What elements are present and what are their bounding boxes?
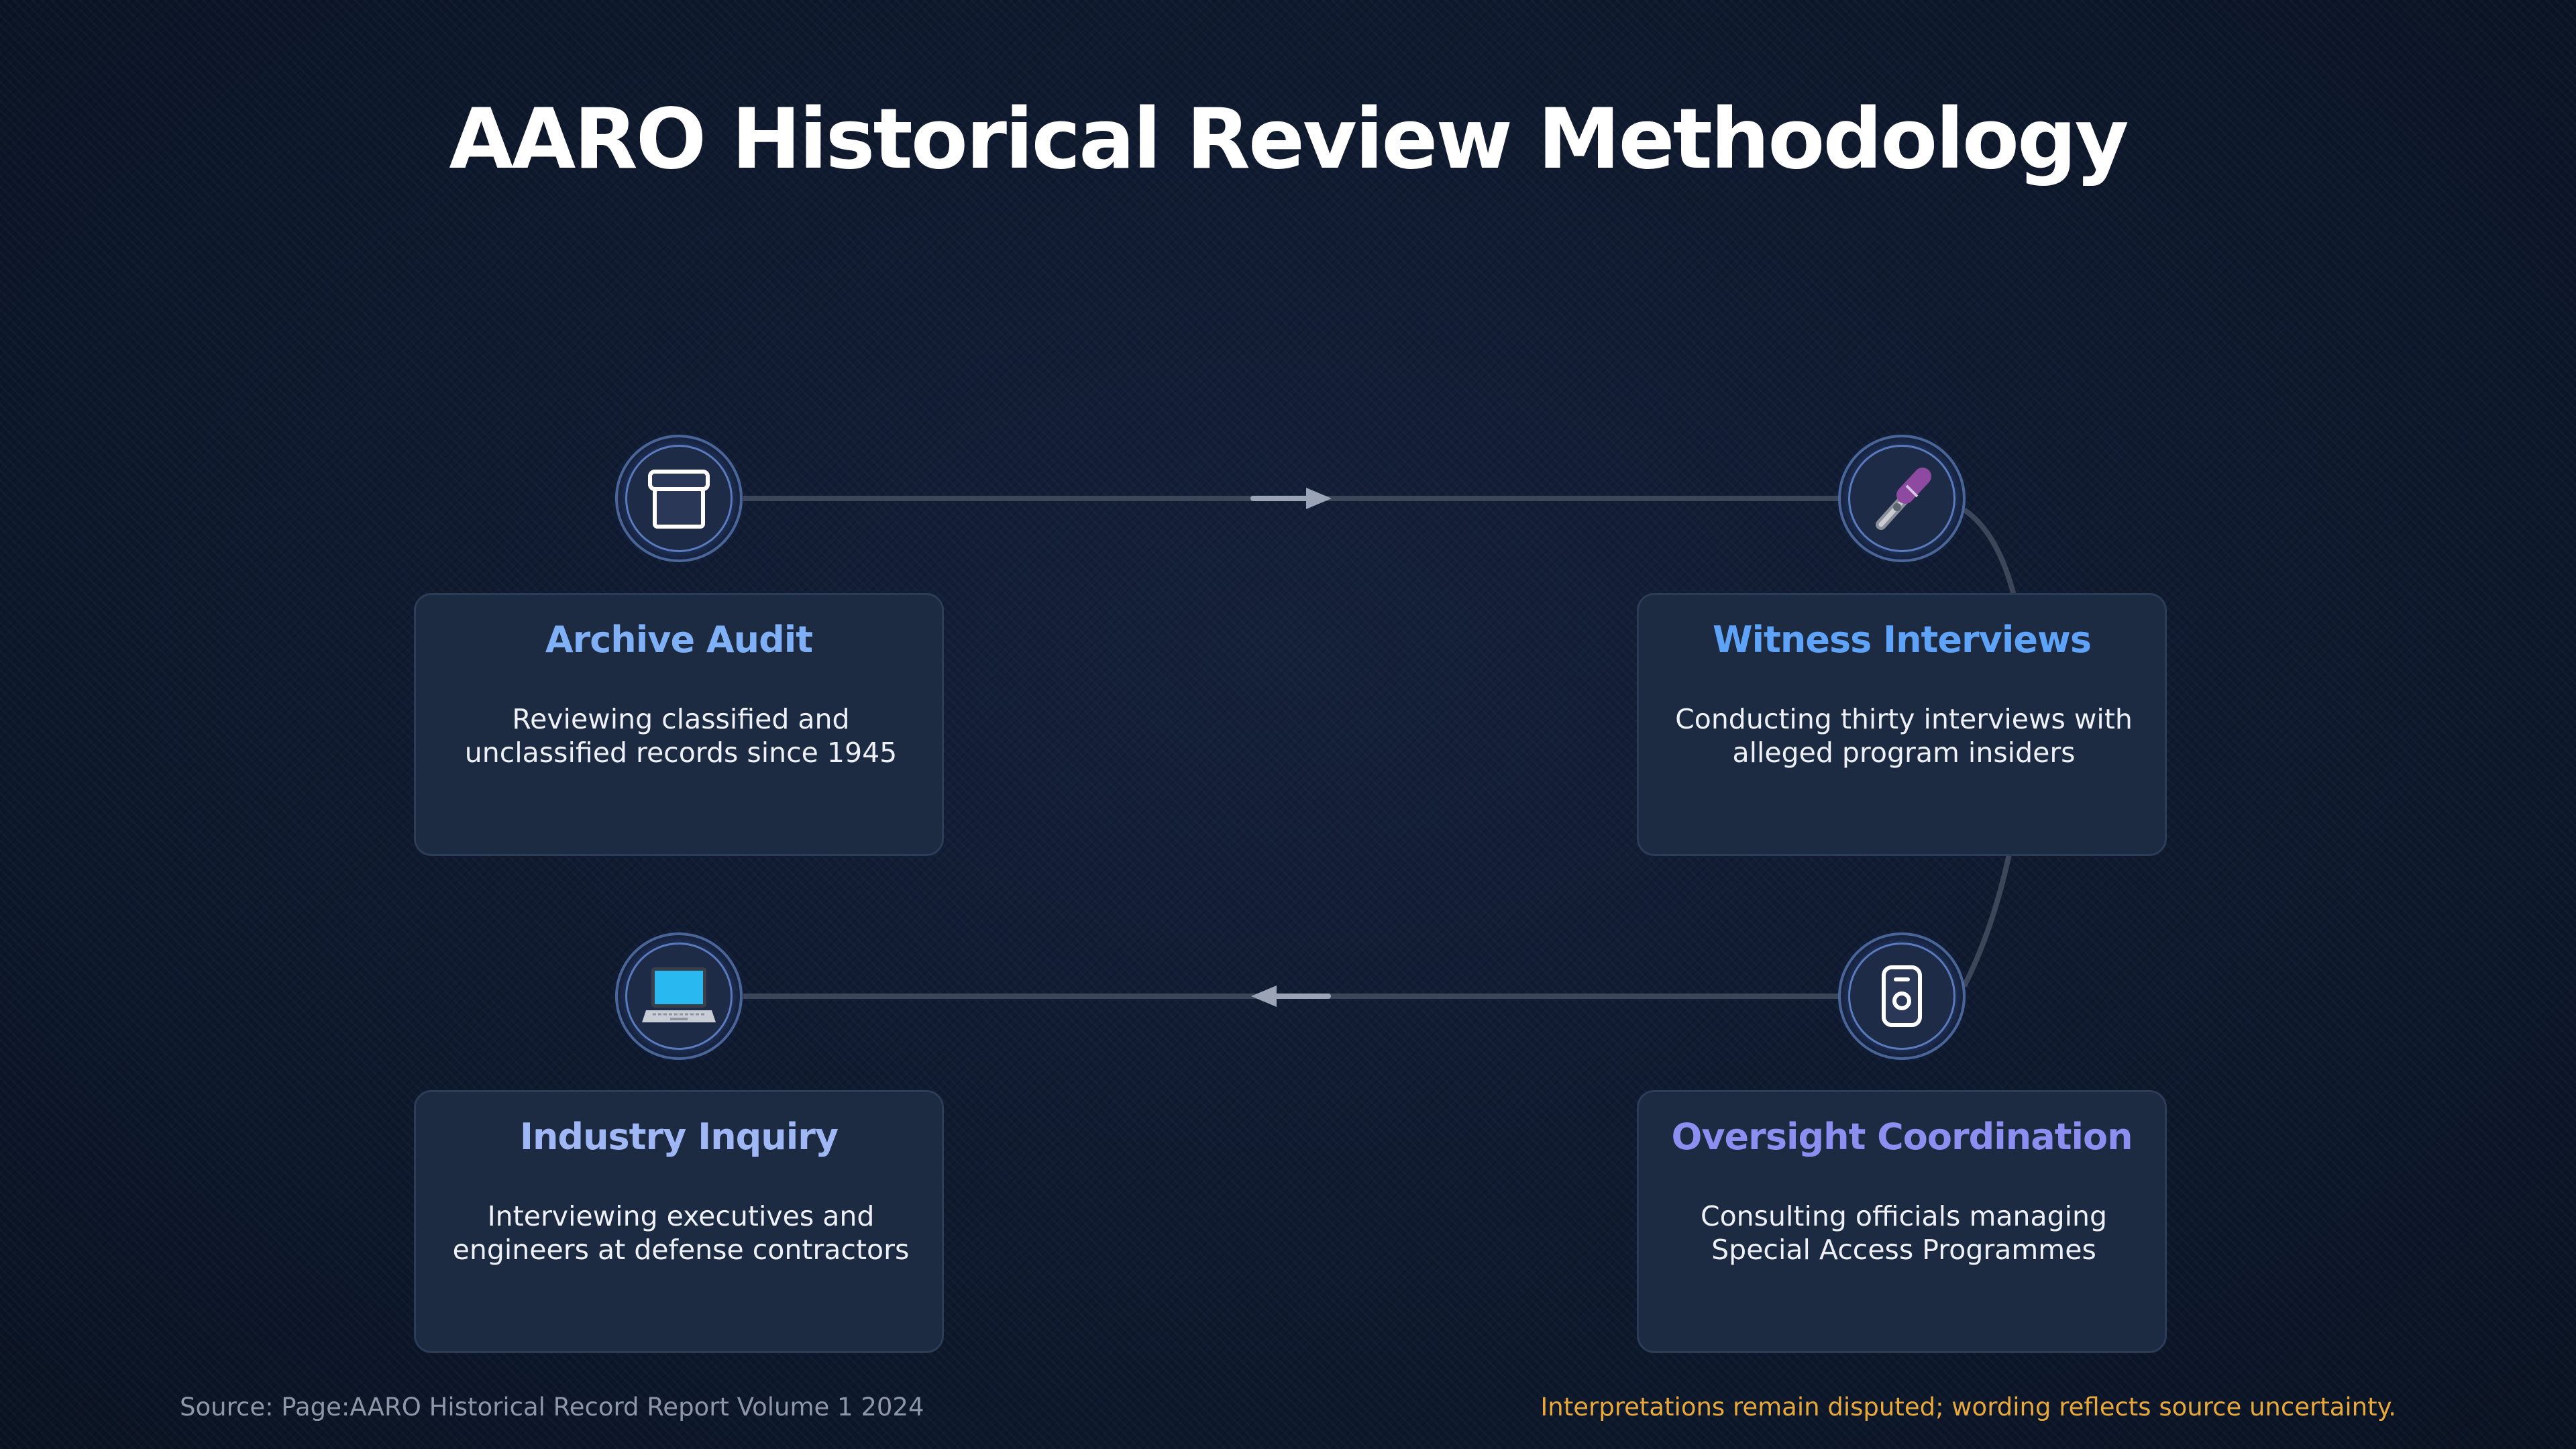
archive-audit-node [615, 435, 743, 562]
archive-audit-title: Archive Audit [545, 619, 813, 661]
arrow-right-icon [1250, 488, 1332, 509]
oversight-coordination-card: Oversight Coordination Consulting offici… [1637, 1090, 2167, 1353]
archive-audit-description: Reviewing classified and unclassified re… [464, 703, 898, 769]
microphone-icon [1876, 468, 1931, 530]
industry-inquiry-title: Industry Inquiry [519, 1116, 839, 1158]
industry-inquiry-card: Industry Inquiry Interviewing executives… [414, 1090, 944, 1353]
archive-audit-card: Archive Audit Reviewing classified and u… [414, 593, 944, 856]
witness-interviews-node [1838, 435, 1966, 562]
archive-box-icon [648, 470, 710, 529]
id-badge-icon [1882, 965, 1922, 1027]
laptop-icon [642, 967, 716, 1022]
oversight-coordination-node [1838, 932, 1966, 1060]
industry-inquiry-description: Interviewing executives and engineers at… [452, 1200, 910, 1266]
industry-inquiry-node [615, 932, 743, 1060]
disclaimer-note: Interpretations remain disputed; wording… [1540, 1393, 2396, 1421]
flow-connectors [743, 488, 2029, 1007]
oversight-coordination-title: Oversight Coordination [1671, 1116, 2133, 1158]
source-note: Source: Page:AARO Historical Record Repo… [180, 1393, 924, 1421]
arrow-left-icon [1251, 985, 1331, 1007]
witness-interviews-description: Conducting thirty interviews with allege… [1675, 703, 2133, 769]
witness-interviews-card: Witness Interviews Conducting thirty int… [1637, 593, 2167, 856]
oversight-coordination-description: Consulting officials managing Special Ac… [1700, 1200, 2108, 1266]
witness-interviews-title: Witness Interviews [1712, 619, 2092, 661]
